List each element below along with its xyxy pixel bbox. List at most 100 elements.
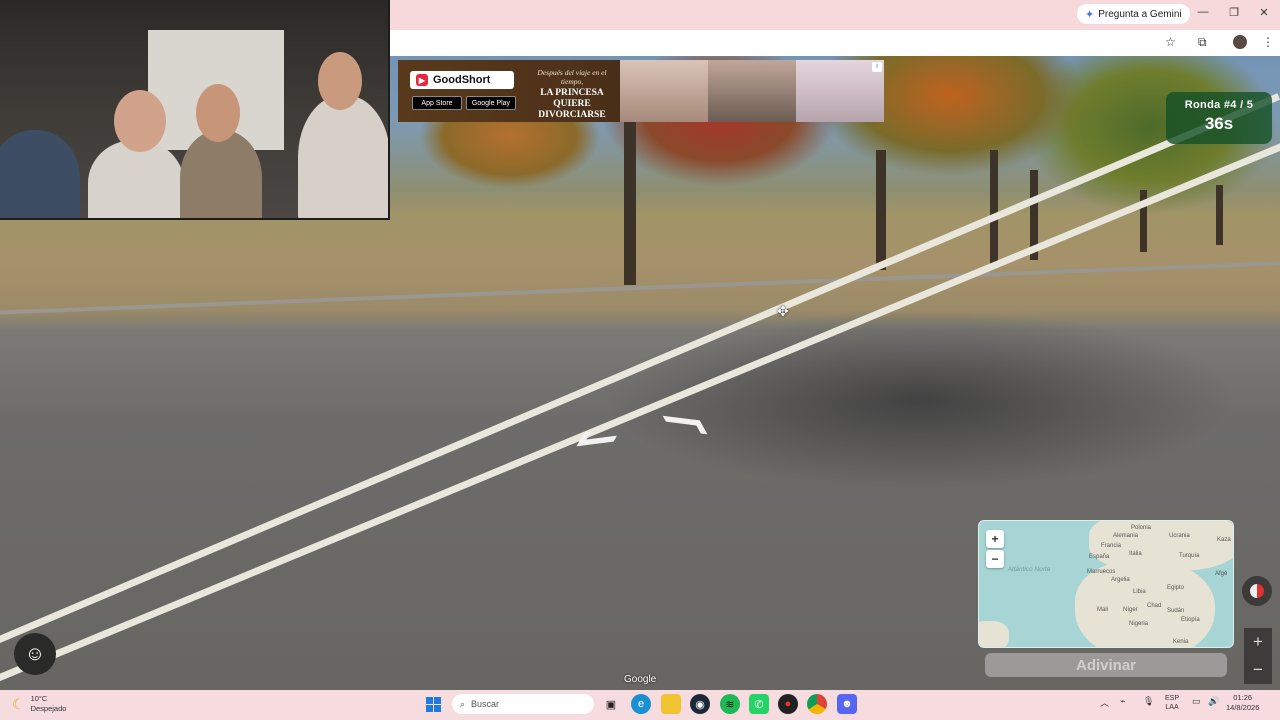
map-country-label: España <box>1089 554 1110 560</box>
person <box>298 95 388 218</box>
face <box>318 52 362 110</box>
advertisement-banner[interactable]: ▶ GoodShort App Store Google Play Despué… <box>398 60 884 122</box>
cursor-move-icon: ✥ <box>777 303 789 319</box>
extensions-icon[interactable]: ⧉ <box>1198 35 1207 50</box>
map-country-label: Mali <box>1097 607 1109 613</box>
mic-icon[interactable]: 🎙 <box>1143 696 1154 707</box>
language-code: ESP <box>1165 695 1180 702</box>
compass-icon[interactable] <box>1242 576 1272 606</box>
play-icon: ▶ <box>416 74 428 86</box>
map-country-label: Marruecos <box>1087 569 1116 575</box>
display-icon[interactable]: ▭ <box>1192 696 1201 707</box>
map-country-label: Francia <box>1101 543 1122 549</box>
whatsapp-icon[interactable]: ✆ <box>749 694 769 714</box>
map-country-label: Alemania <box>1113 533 1139 539</box>
webcam-overlay <box>0 0 390 220</box>
face <box>196 84 240 142</box>
gemini-sparkle-icon: ✦ <box>1085 8 1095 21</box>
spotify-icon[interactable]: ≋ <box>720 694 740 714</box>
map-country-label: Ucrania <box>1169 533 1190 539</box>
map-country-label: Afgé <box>1215 571 1228 577</box>
tree-trunk <box>1216 185 1223 245</box>
ad-tagline: Después del viaje en el tiempo, <box>537 68 607 86</box>
map-country-label: Turquía <box>1179 553 1200 559</box>
person <box>180 130 262 218</box>
map-country-label: Libia <box>1133 589 1146 595</box>
task-view-icon[interactable]: ▣ <box>601 694 621 714</box>
map-country-label: Sudán <box>1167 608 1185 614</box>
clock-time: 01:26 <box>1233 693 1253 702</box>
map-country-label: Nigeria <box>1129 621 1149 627</box>
tree-trunk <box>624 120 636 285</box>
map-zoom-out-button[interactable]: − <box>986 550 1004 568</box>
round-indicator: Ronda #4 / 5 36s <box>1166 92 1272 144</box>
ad-copy: Después del viaje en el tiempo, LA PRINC… <box>526 68 618 121</box>
ad-info-icon[interactable]: i <box>872 62 882 72</box>
ad-actor-photo <box>620 60 708 122</box>
file-explorer-icon[interactable] <box>661 694 681 714</box>
profile-avatar[interactable] <box>1233 35 1247 49</box>
weather-widget[interactable]: ☾ 10°C Despejado <box>12 694 66 714</box>
search-placeholder: Buscar <box>471 699 500 709</box>
weather-text: 10°C Despejado <box>31 694 67 714</box>
ad-headline: LA PRINCESA QUIERE DIVORCIARSE <box>538 88 606 120</box>
map-landmass-greenland <box>979 621 1009 647</box>
map-country-label: Etiopía <box>1181 617 1200 623</box>
compass-needle <box>1250 584 1264 598</box>
person <box>88 140 184 218</box>
face <box>114 90 166 152</box>
tray-chevron-icon[interactable]: ︿ <box>1100 696 1109 709</box>
map-zoom-in-button[interactable]: + <box>986 530 1004 548</box>
ad-actor-photo <box>796 60 884 122</box>
round-label: Ronda #4 / 5 <box>1184 99 1254 111</box>
keyboard-layout: LAA <box>1165 704 1179 711</box>
gemini-label: Pregunta a Gemini <box>1098 8 1182 20</box>
goodshort-logo: ▶ GoodShort <box>410 71 514 89</box>
discord-icon[interactable]: ☻ <box>837 694 857 714</box>
volume-icon[interactable]: 🔊 <box>1208 696 1219 707</box>
map-country-label: Chad <box>1147 603 1162 609</box>
map-country-label: Egipto <box>1167 585 1185 591</box>
system-clock[interactable]: 01:26 14/8/2026 <box>1226 693 1259 713</box>
chrome-icon[interactable] <box>807 694 827 714</box>
map-country-label: Kenia <box>1173 639 1189 645</box>
guess-button[interactable]: Adivinar <box>985 653 1227 677</box>
network-icon[interactable]: ⌁ <box>1120 696 1125 707</box>
taskbar-search[interactable]: ⌕ Buscar <box>452 694 594 714</box>
steam-icon[interactable]: ◉ <box>690 694 710 714</box>
browser-menu-icon[interactable]: ⋮ <box>1262 35 1274 49</box>
gemini-button[interactable]: ✦ Pregunta a Gemini <box>1077 4 1190 24</box>
person <box>0 130 80 218</box>
map-ocean-label: Atlántico Norte <box>1007 566 1051 573</box>
app-store-badge[interactable]: App Store <box>412 96 462 110</box>
view-zoom-out-button[interactable]: − <box>1244 656 1272 684</box>
edge-icon[interactable]: e <box>631 694 651 714</box>
map-country-label: Níger <box>1123 607 1138 613</box>
address-bar[interactable] <box>390 30 1280 56</box>
weather-condition: Despejado <box>30 704 67 713</box>
app-icon[interactable]: ● <box>778 694 798 714</box>
google-play-badge[interactable]: Google Play <box>466 96 516 110</box>
close-window-button[interactable]: ✕ <box>1256 6 1272 19</box>
map-country-label: Polonia <box>1131 525 1152 531</box>
guess-map[interactable]: Atlántico Norte Polonia Alemania Ucrania… <box>978 520 1234 648</box>
tree-trunk <box>876 150 886 270</box>
map-country-label: Argelia <box>1111 577 1130 583</box>
moon-icon: ☾ <box>12 695 25 712</box>
ad-brand-name: GoodShort <box>433 74 491 86</box>
map-country-label: Kaza <box>1217 537 1231 543</box>
bookmark-star-icon[interactable]: ☆ <box>1165 35 1176 49</box>
minimize-button[interactable]: — <box>1195 6 1211 18</box>
emote-button[interactable]: ☺ <box>14 633 56 675</box>
weather-temperature: 10°C <box>30 694 48 703</box>
clock-date: 14/8/2026 <box>1226 703 1260 712</box>
map-country-label: Italia <box>1129 551 1142 557</box>
windows-start-icon[interactable] <box>426 697 441 712</box>
search-icon: ⌕ <box>460 698 466 709</box>
tree-shadow <box>500 290 1280 520</box>
round-timer: 36s <box>1204 114 1234 133</box>
view-zoom-in-button[interactable]: + <box>1244 628 1272 656</box>
language-indicator[interactable]: ESP LAA <box>1165 694 1179 712</box>
ad-actor-photo <box>708 60 796 122</box>
restore-button[interactable]: ❐ <box>1226 6 1242 19</box>
